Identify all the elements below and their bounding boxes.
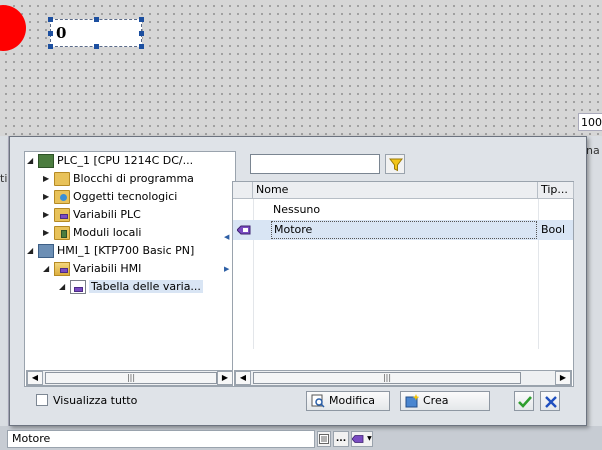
tag-icon <box>351 435 364 443</box>
column-header-name[interactable]: Nome <box>253 182 538 199</box>
pane-splitter[interactable]: ◀ ▶ <box>224 223 230 283</box>
resize-handle[interactable] <box>139 17 144 22</box>
indicator-circle[interactable] <box>0 5 26 51</box>
zoom-input[interactable]: 100 <box>578 113 602 131</box>
tree-item-local-modules[interactable]: ▶ Moduli locali <box>43 224 141 242</box>
io-field-value: 0 <box>56 24 67 42</box>
list-button[interactable] <box>317 431 331 447</box>
tree-item-plc-tags[interactable]: ▶ Variabili PLC <box>43 206 141 224</box>
show-all-label: Visualizza tutto <box>53 394 138 407</box>
tree-item-label: Variabili PLC <box>73 208 141 221</box>
scrollbar-thumb[interactable]: ||| <box>253 372 521 384</box>
resize-handle[interactable] <box>139 31 144 36</box>
resize-handle[interactable] <box>48 17 53 22</box>
tree-item-technology-objects[interactable]: ▶ Oggetti tecnologici <box>43 188 177 206</box>
tag-name: Motore <box>271 221 537 239</box>
tree-item-label: Oggetti tecnologici <box>73 190 178 203</box>
expand-arrow-icon[interactable]: ◢ <box>27 152 38 170</box>
collapse-arrow-icon[interactable]: ▶ <box>43 206 54 224</box>
ok-button[interactable] <box>514 391 534 411</box>
tag-folder-icon <box>54 208 70 222</box>
filter-funnel-icon <box>389 158 403 172</box>
module-folder-icon <box>54 226 70 240</box>
left-strip-text: ti <box>0 172 8 185</box>
column-header-icon[interactable] <box>233 182 253 199</box>
scroll-left-icon[interactable]: ◀ <box>27 371 43 385</box>
create-button-label: Crea <box>423 394 449 407</box>
column-header-type[interactable]: Tip... <box>538 182 574 199</box>
tree-item-label: Moduli locali <box>73 226 142 239</box>
tag-dropdown-button[interactable]: ▼ <box>351 431 373 447</box>
tag-name: Nessuno <box>273 203 321 216</box>
tree-item-label: HMI_1 [KTP700 Basic PN] <box>57 244 195 257</box>
show-all-checkbox-row[interactable]: Visualizza tutto <box>36 393 137 409</box>
tree-item-label: PLC_1 [CPU 1214C DC/... <box>57 154 194 167</box>
collapse-left-icon[interactable]: ◀ <box>224 233 229 241</box>
left-panel-strip: ti <box>0 136 9 426</box>
tag-type: Bool <box>541 223 566 236</box>
edit-magnifier-icon <box>311 394 325 408</box>
tag-property-field[interactable]: Motore <box>7 430 315 448</box>
collapse-arrow-icon[interactable]: ▶ <box>43 224 54 242</box>
tag-folder-icon <box>54 262 70 276</box>
tree-item-label: Variabili HMI <box>73 262 142 275</box>
show-all-checkbox[interactable] <box>36 394 48 406</box>
expand-arrow-icon[interactable]: ◢ <box>27 242 38 260</box>
scroll-right-icon[interactable]: ▶ <box>217 371 233 385</box>
plc-icon <box>38 154 54 168</box>
resize-handle[interactable] <box>94 17 99 22</box>
edit-button-label: Modifica <box>329 394 375 407</box>
right-strip-text: na <box>586 144 600 157</box>
tag-row-none[interactable]: Nessuno <box>233 200 573 220</box>
tree-item-tag-table[interactable]: ◢ Tabella delle varia... <box>59 278 203 296</box>
list-horizontal-scrollbar[interactable]: ◀ ||| ▶ <box>234 370 572 386</box>
folder-icon <box>54 172 70 186</box>
create-new-icon <box>405 394 419 408</box>
collapse-arrow-icon[interactable]: ▶ <box>43 188 54 206</box>
collapse-arrow-icon[interactable]: ▶ <box>43 170 54 188</box>
filter-input[interactable] <box>250 154 380 174</box>
tag-selection-dialog: ◢ PLC_1 [CPU 1214C DC/... ▶ Blocchi di pro… <box>9 136 587 426</box>
expand-arrow-icon[interactable]: ◢ <box>59 278 70 296</box>
io-field[interactable]: 0 <box>48 17 144 49</box>
hmi-icon <box>38 244 54 258</box>
tree-item-hmi[interactable]: ◢ HMI_1 [KTP700 Basic PN] <box>27 242 194 260</box>
scrollbar-thumb[interactable]: ||| <box>45 372 217 384</box>
tree-item-label: Tabella delle varia... <box>89 280 203 293</box>
tag-icon <box>237 225 251 235</box>
scroll-left-icon[interactable]: ◀ <box>235 371 251 385</box>
edit-button[interactable]: Modifica <box>306 391 390 411</box>
list-icon <box>319 434 329 444</box>
gear-folder-icon <box>54 190 70 204</box>
tree-item-plc[interactable]: ◢ PLC_1 [CPU 1214C DC/... <box>27 152 193 170</box>
tag-list-pane: Nome Tip... Nessuno Motore Bool ◀ ||| ▶ <box>232 181 574 387</box>
cancel-button[interactable] <box>540 391 560 411</box>
resize-handle[interactable] <box>48 31 53 36</box>
resize-handle[interactable] <box>94 44 99 49</box>
collapse-right-icon[interactable]: ▶ <box>224 265 229 273</box>
checkmark-icon <box>518 396 532 408</box>
chevron-down-icon: ▼ <box>367 435 372 442</box>
tree-horizontal-scrollbar[interactable]: ◀ ||| ▶ <box>26 370 234 386</box>
create-button[interactable]: Crea <box>400 391 490 411</box>
resize-handle[interactable] <box>139 44 144 49</box>
tree-item-hmi-tags[interactable]: ◢ Variabili HMI <box>43 260 141 278</box>
tag-row-motore[interactable]: Motore Bool <box>233 220 573 240</box>
hmi-screen-canvas[interactable]: 0 100 <box>0 0 602 136</box>
tree-item-label: Blocchi di programma <box>73 172 194 185</box>
browse-button[interactable]: ... <box>333 431 349 447</box>
tree-item-program-blocks[interactable]: ▶ Blocchi di programma <box>43 170 194 188</box>
expand-arrow-icon[interactable]: ◢ <box>43 260 54 278</box>
close-icon <box>545 396 557 408</box>
tag-table-icon <box>70 280 86 294</box>
resize-handle[interactable] <box>48 44 53 49</box>
filter-button[interactable] <box>385 154 405 174</box>
project-tree-pane: ◢ PLC_1 [CPU 1214C DC/... ▶ Blocchi di pro… <box>24 151 236 387</box>
scroll-right-icon[interactable]: ▶ <box>555 371 571 385</box>
